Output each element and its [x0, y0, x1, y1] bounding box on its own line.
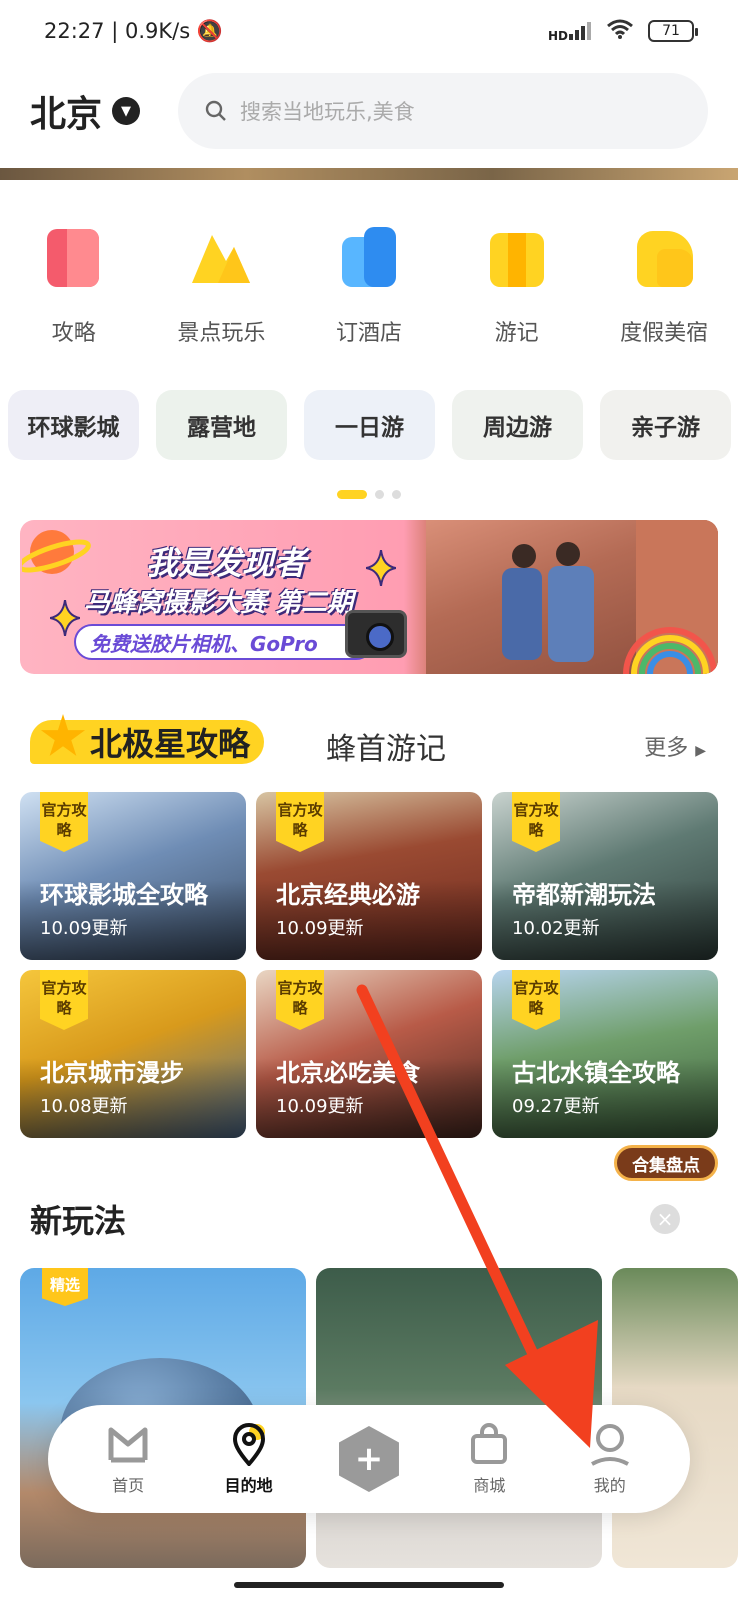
promo-banner[interactable]: 我是发现者 马蜂窝摄影大赛 第二期 免费送胶片相机、GoPro — [20, 520, 718, 674]
wifi-icon — [606, 18, 634, 45]
guide-card[interactable]: 官方攻略 北京经典必游 10.09更新 — [256, 792, 482, 960]
polar-section-header: 北极星攻略 蜂首游记 更多 ▶ — [0, 712, 738, 772]
page-dot — [392, 490, 401, 499]
city-selector[interactable]: 北京 ▼ — [30, 85, 141, 137]
tab-polar-guides[interactable]: 北极星攻略 — [30, 714, 265, 764]
signal-icon: HD — [548, 20, 592, 43]
guide-grid: 官方攻略 环球影城全攻略 10.09更新 官方攻略 北京经典必游 10.09更新… — [20, 792, 720, 1138]
chevron-down-icon: ▼ — [112, 97, 141, 125]
page-indicator — [0, 490, 738, 499]
sparkle-icon — [366, 550, 396, 586]
home-indicator — [234, 1582, 504, 1588]
category-row: 攻略 景点玩乐 订酒店 游记 度假美宿 — [0, 225, 738, 347]
page-dot-active — [337, 490, 367, 499]
guide-card[interactable]: 官方攻略 北京城市漫步 10.08更新 — [20, 970, 246, 1138]
sparkle-icon — [50, 600, 80, 636]
nav-home[interactable]: 首页 — [78, 1422, 178, 1496]
hotel-icon — [336, 225, 402, 291]
guide-card-date: 10.09更新 — [276, 1096, 364, 1117]
category-travelogue[interactable]: 游记 — [443, 225, 591, 347]
official-badge: 官方攻略 — [40, 792, 88, 852]
page-dot — [375, 490, 384, 499]
home-icon — [108, 1427, 148, 1463]
guide-card-title: 北京城市漫步 — [40, 1059, 184, 1087]
search-icon — [205, 100, 226, 121]
chip-nearby[interactable]: 周边游 — [452, 390, 583, 460]
status-bar: 22:27 | 0.9K/s 🔕 HD 71 — [0, 0, 738, 62]
mute-icon: 🔕 — [196, 18, 223, 43]
more-link[interactable]: 更多 ▶ — [644, 730, 706, 762]
chip-camping[interactable]: 露营地 — [156, 390, 287, 460]
close-icon[interactable]: × — [650, 1204, 680, 1234]
status-time: 22:27 | 0.9K/s 🔕 — [44, 18, 223, 43]
shop-icon — [471, 1423, 508, 1464]
guide-card[interactable]: 官方攻略 古北水镇全攻略 09.27更新 — [492, 970, 718, 1138]
guide-card-date: 10.09更新 — [276, 918, 364, 939]
header-image-strip — [0, 168, 738, 180]
attraction-icon — [188, 225, 254, 291]
official-badge: 官方攻略 — [276, 970, 324, 1030]
nav-shop[interactable]: 商城 — [439, 1422, 539, 1496]
star-badge-icon — [40, 714, 86, 756]
guide-card-date: 09.27更新 — [512, 1096, 600, 1117]
battery-icon: 71 — [648, 20, 698, 42]
planet-icon — [22, 530, 91, 574]
guide-card-date: 10.08更新 — [40, 1096, 128, 1117]
banner-tagline: 免费送胶片相机、GoPro — [74, 624, 374, 660]
banner-subtitle: 马蜂窝摄影大赛 第二期 — [84, 588, 354, 618]
category-attractions[interactable]: 景点玩乐 — [148, 225, 296, 347]
guide-card[interactable]: 官方攻略 帝都新潮玩法 10.02更新 — [492, 792, 718, 960]
chip-universal[interactable]: 环球影城 — [8, 390, 139, 460]
official-badge: 官方攻略 — [40, 970, 88, 1030]
new-section-title: 新玩法 — [30, 1202, 127, 1240]
official-badge: 官方攻略 — [512, 792, 560, 852]
search-bar[interactable]: 搜索当地玩乐,美食 — [178, 73, 708, 149]
guide-card-title: 古北水镇全攻略 — [512, 1059, 680, 1087]
category-hotel[interactable]: 订酒店 — [295, 225, 443, 347]
guide-icon — [41, 225, 107, 291]
tag-chips: 环球影城 露营地 一日游 周边游 亲子游 — [8, 390, 731, 460]
search-placeholder: 搜索当地玩乐,美食 — [240, 100, 415, 124]
bottom-nav: 首页 目的地 + 商城 我的 — [48, 1405, 690, 1513]
guide-card-title: 北京必吃美食 — [276, 1059, 420, 1087]
chip-family[interactable]: 亲子游 — [600, 390, 731, 460]
camera-icon — [345, 610, 407, 658]
tab-top-travelogues[interactable]: 蜂首游记 — [326, 724, 446, 768]
guide-card[interactable]: 官方攻略 环球影城全攻略 10.09更新 — [20, 792, 246, 960]
category-guide[interactable]: 攻略 — [0, 225, 148, 347]
destination-icon — [232, 1423, 265, 1466]
header: 北京 ▼ 搜索当地玩乐,美食 — [0, 70, 738, 152]
official-badge: 官方攻略 — [512, 970, 560, 1030]
guide-card-date: 10.02更新 — [512, 918, 600, 939]
travelogue-icon — [484, 225, 550, 291]
nav-destination[interactable]: 目的地 — [199, 1422, 299, 1496]
guide-card-title: 北京经典必游 — [276, 881, 420, 909]
banner-title: 我是发现者 — [146, 544, 307, 582]
pick-badge: 精选 — [42, 1268, 88, 1306]
chevron-right-icon: ▶ — [695, 743, 706, 759]
guide-card[interactable]: 官方攻略 北京必吃美食 10.09更新 — [256, 970, 482, 1138]
official-badge: 官方攻略 — [276, 792, 324, 852]
guide-card-title: 帝都新潮玩法 — [512, 881, 656, 909]
banner-photo — [426, 520, 718, 674]
plus-icon: + — [338, 1426, 399, 1492]
city-name: 北京 — [30, 94, 103, 135]
nav-profile[interactable]: 我的 — [560, 1422, 660, 1496]
chip-day-trip[interactable]: 一日游 — [304, 390, 435, 460]
category-vacation[interactable]: 度假美宿 — [590, 225, 738, 347]
collection-button[interactable]: 合集盘点 — [614, 1145, 718, 1181]
guide-card-date: 10.09更新 — [40, 918, 128, 939]
guide-card-title: 环球影城全攻略 — [40, 881, 208, 909]
nav-publish[interactable]: + — [319, 1426, 419, 1492]
profile-icon — [590, 1424, 629, 1466]
vacation-icon — [631, 225, 697, 291]
